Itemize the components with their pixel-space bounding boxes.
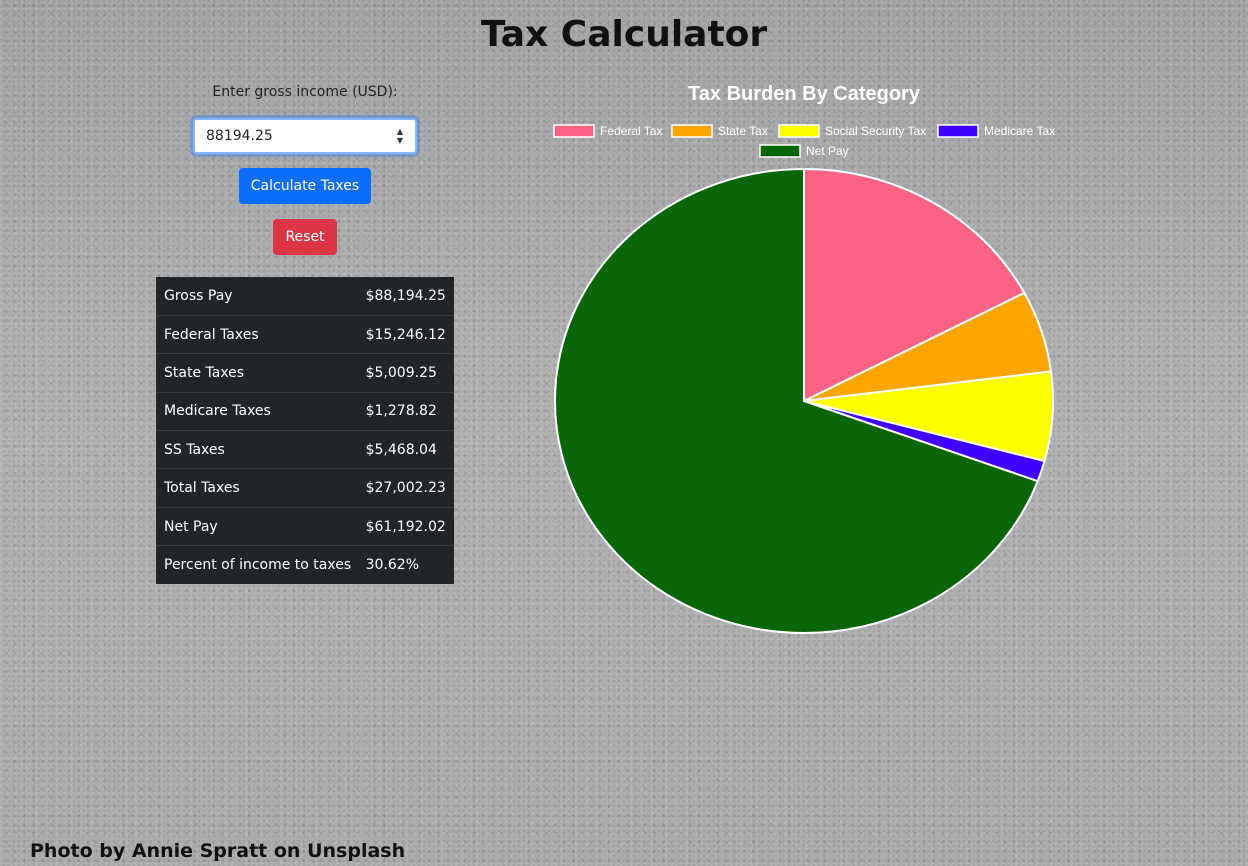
- row-value: $1,278.82: [359, 392, 454, 432]
- calculate-taxes-button[interactable]: Calculate Taxes: [239, 168, 371, 204]
- legend-label: Medicare Tax: [984, 124, 1055, 138]
- pie-chart-svg: Tax Burden By Category Federal Tax State …: [553, 83, 1055, 634]
- chart-legend: Federal Tax State Tax Social Security Tax M…: [553, 124, 1055, 158]
- chart-title: Tax Burden By Category: [688, 83, 921, 105]
- pie-slices: [554, 167, 1054, 634]
- row-label: State Taxes: [156, 353, 360, 393]
- row-label: SS Taxes: [156, 430, 360, 470]
- pie-chart: Tax Burden By Category Federal Tax State …: [545, 76, 1065, 646]
- income-input[interactable]: [206, 128, 393, 144]
- income-label: Enter gross income (USD):: [212, 84, 398, 100]
- table-row: Total Taxes $27,002.23: [156, 468, 454, 508]
- photo-credit: Photo by Annie Spratt on Unsplash: [30, 840, 406, 862]
- row-value: $5,468.04: [359, 430, 454, 470]
- number-spinner[interactable]: ▲ ▼: [393, 125, 407, 147]
- legend-swatch: [759, 144, 801, 158]
- table-row: State Taxes $5,009.25: [156, 353, 454, 393]
- legend-label: State Tax: [718, 124, 768, 138]
- legend-item[interactable]: Medicare Tax: [937, 124, 1055, 138]
- increment-icon[interactable]: ▲: [397, 127, 403, 136]
- row-label: Medicare Taxes: [156, 392, 360, 432]
- row-label: Total Taxes: [156, 468, 360, 508]
- legend-swatch: [671, 124, 713, 138]
- calculator-panel: Enter gross income (USD): ▲ ▼ Calculate …: [155, 82, 455, 585]
- table-row: Medicare Taxes $1,278.82: [156, 392, 454, 432]
- row-value: 30.62%: [365, 557, 419, 574]
- row-label: Federal Taxes: [156, 315, 360, 355]
- page-title: Tax Calculator: [480, 14, 768, 55]
- legend-item[interactable]: Social Security Tax: [778, 124, 926, 138]
- income-field[interactable]: ▲ ▼: [193, 118, 417, 154]
- row-label: Net Pay: [156, 507, 360, 547]
- table-row: Federal Taxes $15,246.12: [156, 315, 454, 355]
- legend-swatch: [553, 124, 595, 138]
- row-value: $88,194.25: [359, 277, 454, 316]
- legend-item[interactable]: Net Pay: [759, 144, 849, 158]
- decrement-icon[interactable]: ▼: [397, 136, 403, 145]
- row-value: $15,246.12: [359, 315, 454, 355]
- legend-label: Net Pay: [806, 144, 849, 158]
- table-row: Net Pay $61,192.02: [156, 507, 454, 547]
- results-table: Gross Pay $88,194.25 Federal Taxes $15,2…: [156, 277, 454, 585]
- row-value: $61,192.02: [359, 507, 454, 547]
- table-row: Gross Pay $88,194.25: [156, 277, 454, 316]
- row-value: $5,009.25: [359, 353, 454, 393]
- legend-label: Social Security Tax: [825, 124, 926, 138]
- row-label: Gross Pay: [156, 277, 360, 316]
- legend-item[interactable]: Federal Tax: [553, 124, 662, 138]
- table-row: SS Taxes $5,468.04: [156, 430, 454, 470]
- legend-item[interactable]: State Tax: [671, 124, 768, 138]
- legend-label: Federal Tax: [600, 124, 662, 138]
- legend-swatch: [778, 124, 820, 138]
- legend-swatch: [937, 124, 979, 138]
- row-label: Percent of income to taxes: [164, 557, 352, 574]
- reset-button[interactable]: Reset: [273, 219, 337, 255]
- row-value: $27,002.23: [359, 468, 454, 508]
- table-row: Percent of income to taxes 30.62%: [156, 546, 454, 584]
